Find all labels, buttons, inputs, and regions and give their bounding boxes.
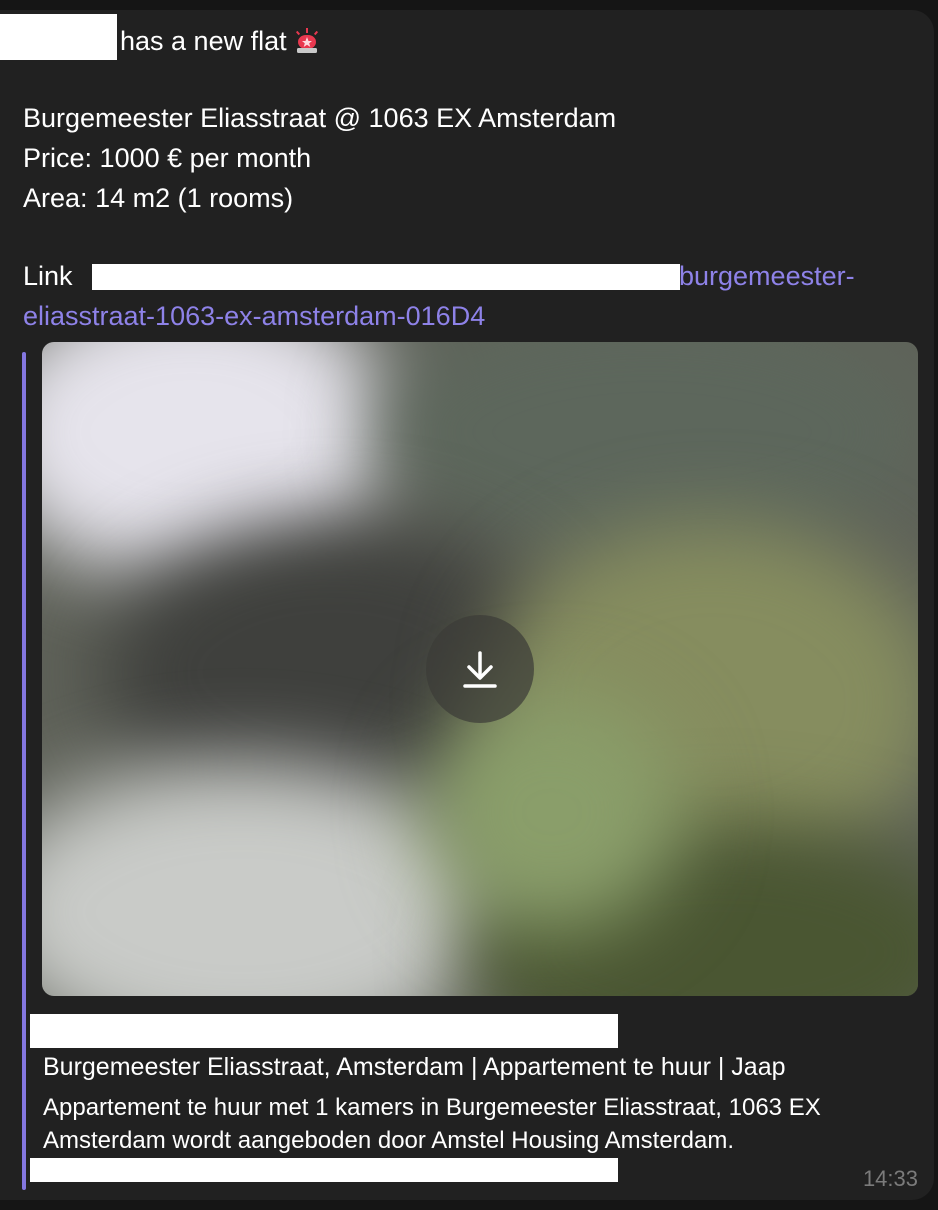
- link-label: Link: [23, 261, 73, 291]
- download-icon: [463, 651, 497, 688]
- link-preview-title[interactable]: Burgemeester Eliasstraat, Amsterdam | Ap…: [43, 1051, 786, 1083]
- blur-blob: [422, 692, 682, 932]
- link-preview-image[interactable]: [42, 342, 918, 996]
- link-url-tail-1[interactable]: burgemeester-: [679, 259, 855, 293]
- price-line: Price: 1000 € per month: [23, 141, 311, 175]
- message-bubble[interactable]: has a new flat Burgemeester Eliasstraat …: [0, 10, 934, 1200]
- redacted-site-name: [30, 1014, 618, 1048]
- chat-background: has a new flat Burgemeester Eliasstraat …: [0, 0, 938, 1210]
- price-value: 1000 € per month: [99, 143, 312, 173]
- area-line: Area: 14 m2 (1 rooms): [23, 181, 293, 215]
- download-button[interactable]: [426, 615, 534, 723]
- message-timestamp: 14:33: [862, 1166, 918, 1191]
- price-label: Price:: [23, 143, 93, 173]
- area-value: 14 m2 (1 rooms): [95, 183, 294, 213]
- link-preview-description: Appartement te huur met 1 kamers in Burg…: [43, 1094, 821, 1154]
- redacted-preview-footer: [30, 1158, 618, 1182]
- message-header: has a new flat: [120, 24, 319, 58]
- area-label: Area:: [23, 183, 88, 213]
- redacted-sender-name: [0, 14, 117, 60]
- address-line: Burgemeester Eliasstraat @ 1063 EX Amste…: [23, 103, 617, 133]
- link-url-tail-2[interactable]: eliasstraat-1063-ex-amsterdam-016D4: [23, 299, 485, 333]
- message-header-text: has a new flat: [120, 26, 287, 56]
- police-siren-icon: [295, 27, 319, 54]
- link-line: Link: [23, 259, 73, 293]
- redacted-link-url: [92, 264, 680, 290]
- link-preview-accent-bar: [22, 352, 26, 1190]
